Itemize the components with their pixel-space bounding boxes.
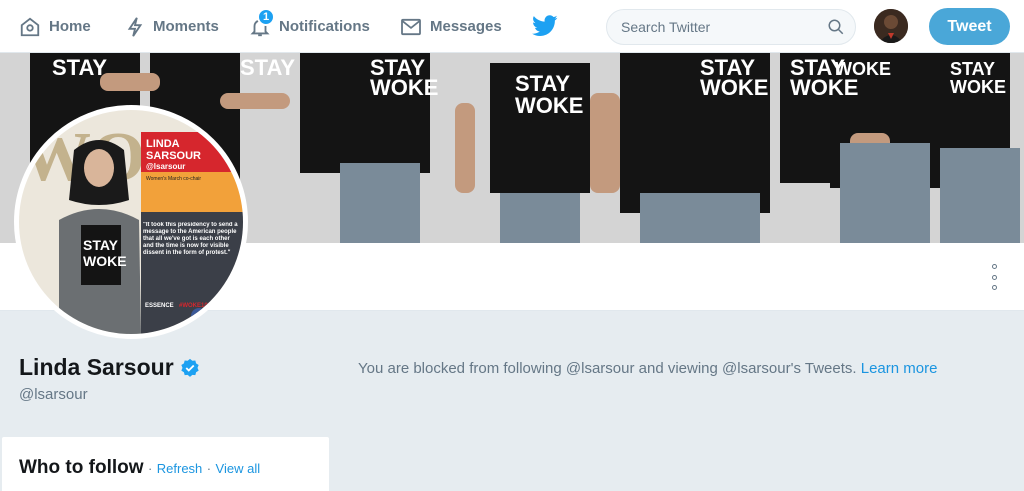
svg-text:STAY: STAY <box>950 59 995 79</box>
nav-moments-label: Moments <box>153 18 219 35</box>
svg-text:f: f <box>196 312 200 323</box>
profile-handle: @lsarsour <box>19 386 88 403</box>
who-to-follow-title: Who to follow <box>19 457 144 478</box>
profile-name: Linda Sarsour <box>19 354 200 381</box>
more-icon-dot <box>991 274 997 280</box>
avatar-name-line1: LINDA <box>146 138 180 150</box>
moments-icon <box>127 16 143 37</box>
who-to-follow-panel: Who to follow · Refresh · View all <box>2 437 329 491</box>
twitter-bird-icon[interactable] <box>532 15 558 42</box>
bell-icon: 1 <box>249 7 275 38</box>
svg-text:WOKE: WOKE <box>515 93 583 118</box>
svg-text:WOKE: WOKE <box>835 59 891 79</box>
more-options-button[interactable] <box>984 264 1004 290</box>
search-input[interactable] <box>621 19 827 35</box>
blocked-notice-text: You are blocked from following @lsarsour… <box>358 360 857 377</box>
avatar-hashtag: #WOKE100 <box>179 303 212 309</box>
nav-messages-label: Messages <box>430 18 502 35</box>
avatar-handle: @lsarsour <box>146 162 185 171</box>
blocked-notice: You are blocked from following @lsarsour… <box>358 360 937 377</box>
profile-avatar-image: WO LINDA SARSOUR @lsarsour Women's March… <box>19 110 243 334</box>
search-box[interactable] <box>606 9 856 45</box>
account-avatar[interactable] <box>874 9 908 43</box>
separator: · <box>147 461 153 476</box>
svg-text:WOKE: WOKE <box>370 75 438 100</box>
nav-messages[interactable]: Messages <box>400 0 502 53</box>
avatar-brand: ESSENCE <box>145 303 174 309</box>
envelope-icon <box>401 18 421 35</box>
refresh-link[interactable]: Refresh <box>157 461 203 476</box>
avatar-role: Women's March co-chair <box>146 176 201 182</box>
avatar-quote: "It took this presidency to send a messa… <box>143 222 238 256</box>
view-all-link[interactable]: View all <box>216 461 261 476</box>
avatar-shirt-line1: STAY <box>83 237 119 253</box>
svg-text:WOKE: WOKE <box>950 77 1006 97</box>
more-icon-dot <box>991 285 997 290</box>
more-icon <box>991 264 997 269</box>
top-navigation-bar: Home Moments 1 Notifications Messages Tw… <box>0 0 1024 53</box>
home-icon <box>20 17 40 36</box>
profile-avatar[interactable]: WO LINDA SARSOUR @lsarsour Women's March… <box>14 105 248 339</box>
facebook-icon <box>191 308 207 324</box>
nav-home-label: Home <box>49 18 91 35</box>
nav-home[interactable]: Home <box>19 0 91 53</box>
nav-notifications-label: Notifications <box>279 18 370 35</box>
separator: · <box>206 461 212 476</box>
svg-text:STAY: STAY <box>240 55 295 80</box>
verified-badge-icon <box>180 358 199 377</box>
nav-notifications[interactable]: 1 Notifications <box>249 0 370 53</box>
svg-text:STAY: STAY <box>52 55 107 80</box>
tweet-button[interactable]: Tweet <box>929 8 1010 45</box>
svg-text:WOKE: WOKE <box>700 75 768 100</box>
notification-count-badge: 1 <box>257 7 275 26</box>
search-icon[interactable] <box>827 18 845 36</box>
avatar-name-line2: SARSOUR <box>146 150 201 162</box>
avatar-shirt-line2: WOKE <box>83 253 127 269</box>
nav-moments[interactable]: Moments <box>125 0 219 53</box>
profile-name-text: Linda Sarsour <box>19 354 174 380</box>
learn-more-link[interactable]: Learn more <box>861 360 938 377</box>
